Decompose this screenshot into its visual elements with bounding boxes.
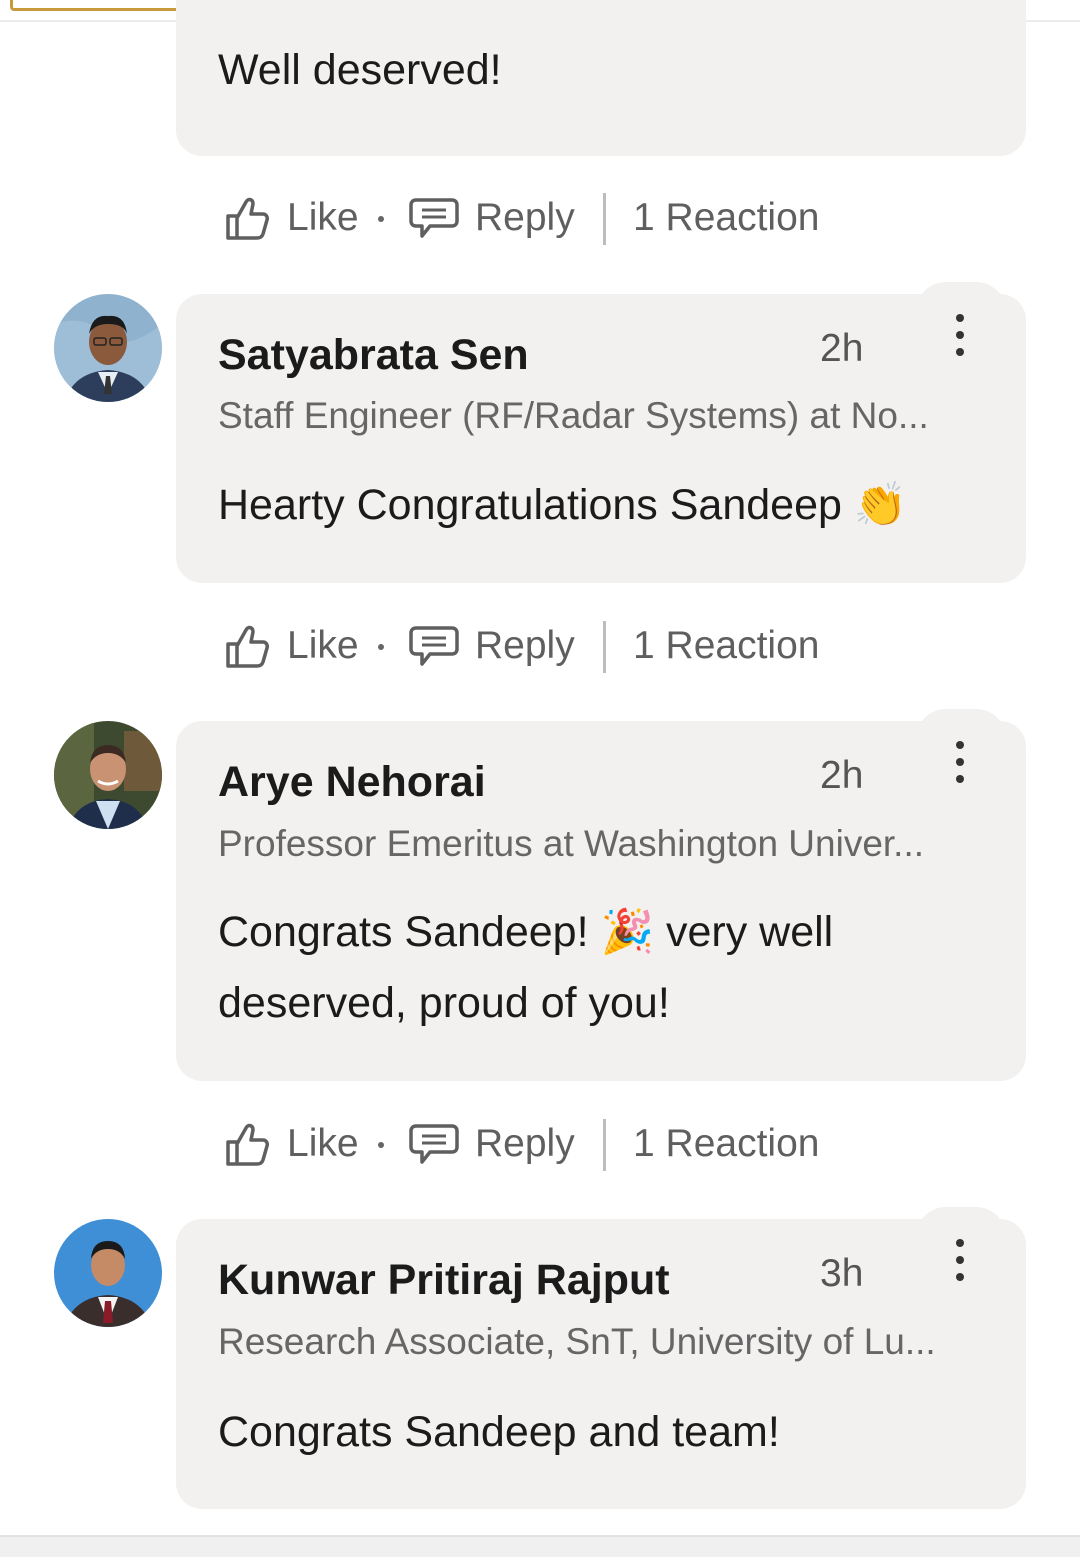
- reply-icon[interactable]: [408, 194, 460, 242]
- commenter-name[interactable]: Kunwar Pritiraj Rajput: [218, 1256, 670, 1305]
- like-button[interactable]: Like: [287, 616, 359, 676]
- comment-actions: Like Reply 1 Reaction: [220, 188, 980, 248]
- reply-button[interactable]: Reply: [475, 1114, 575, 1174]
- reply-icon[interactable]: [408, 622, 460, 670]
- comment-text: Well deserved!: [218, 46, 502, 94]
- divider: [603, 621, 606, 673]
- more-options-icon[interactable]: [946, 741, 974, 791]
- comment-time: 2h: [820, 327, 864, 370]
- commenter-name[interactable]: Arye Nehorai: [218, 758, 486, 807]
- comment-bubble: Arye Nehorai 2h Professor Emeritus at Wa…: [176, 709, 1026, 1081]
- like-icon[interactable]: [220, 1120, 272, 1168]
- bottom-divider: [0, 1535, 1080, 1557]
- comment-actions: Like Reply 1 Reaction: [220, 1114, 980, 1174]
- separator-dot: [378, 1142, 384, 1148]
- comment-text: Congrats Sandeep and team!: [218, 1408, 780, 1456]
- bubble-notch: [916, 282, 1006, 312]
- comment-actions: Like Reply 1 Reaction: [220, 616, 980, 676]
- avatar[interactable]: [54, 294, 162, 402]
- like-button[interactable]: Like: [287, 1114, 359, 1174]
- bubble-notch: [916, 709, 1006, 739]
- commenter-headline: Professor Emeritus at Washington Univer.…: [218, 823, 925, 864]
- separator-dot: [378, 644, 384, 650]
- like-icon[interactable]: [220, 622, 272, 670]
- top-tab-indicator: [10, 0, 182, 11]
- comment-time: 3h: [820, 1252, 864, 1295]
- comment-text-line: Congrats Sandeep! 🎉 very well: [218, 908, 834, 956]
- more-options-icon[interactable]: [946, 1239, 974, 1289]
- comment-text: Hearty Congratulations Sandeep 👏: [218, 481, 908, 529]
- reactions-count[interactable]: 1 Reaction: [633, 188, 819, 248]
- avatar[interactable]: [54, 1219, 162, 1327]
- reply-button[interactable]: Reply: [475, 188, 575, 248]
- reactions-count[interactable]: 1 Reaction: [633, 616, 819, 676]
- divider: [603, 1119, 606, 1171]
- avatar[interactable]: [54, 721, 162, 829]
- reply-icon[interactable]: [408, 1120, 460, 1168]
- commenter-headline: Staff Engineer (RF/Radar Systems) at No.…: [218, 395, 929, 436]
- comment-bubble: Kunwar Pritiraj Rajput 3h Research Assoc…: [176, 1207, 1026, 1509]
- more-options-icon[interactable]: [946, 314, 974, 364]
- comment-bubble: Satyabrata Sen 2h Staff Engineer (RF/Rad…: [176, 282, 1026, 583]
- like-icon[interactable]: [220, 194, 272, 242]
- like-button[interactable]: Like: [287, 188, 359, 248]
- comment-time: 2h: [820, 754, 864, 797]
- commenter-headline: Research Associate, SnT, University of L…: [218, 1321, 936, 1362]
- separator-dot: [378, 216, 384, 222]
- comment-text-line: deserved, proud of you!: [218, 979, 670, 1027]
- bubble-notch: [916, 1207, 1006, 1237]
- commenter-name[interactable]: Satyabrata Sen: [218, 331, 529, 380]
- comment-bubble: Well deserved!: [176, 0, 1026, 156]
- reply-button[interactable]: Reply: [475, 616, 575, 676]
- reactions-count[interactable]: 1 Reaction: [633, 1114, 819, 1174]
- divider: [603, 193, 606, 245]
